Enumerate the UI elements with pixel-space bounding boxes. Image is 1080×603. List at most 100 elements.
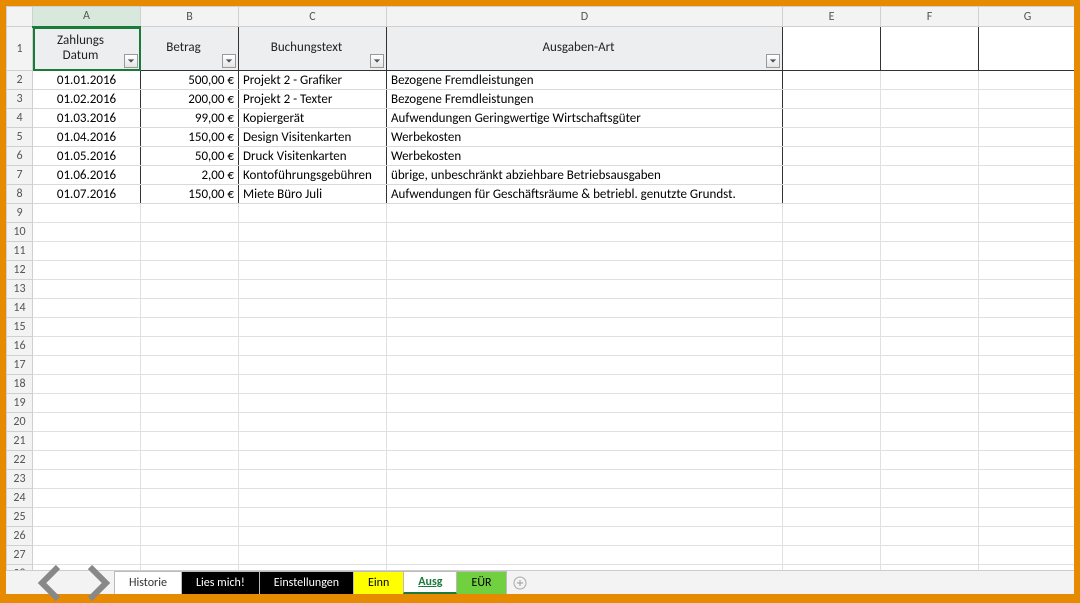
cell-B14[interactable] xyxy=(141,299,239,318)
cell-C11[interactable] xyxy=(239,242,387,261)
cell-A18[interactable] xyxy=(33,375,141,394)
cell-G18[interactable] xyxy=(979,375,1075,394)
cell-B26[interactable] xyxy=(141,527,239,546)
row-header-28[interactable]: 28 xyxy=(7,565,33,571)
cell-B15[interactable] xyxy=(141,318,239,337)
cell-F16[interactable] xyxy=(881,337,979,356)
cell-E21[interactable] xyxy=(783,432,881,451)
cell-F6[interactable] xyxy=(881,147,979,166)
cell-G10[interactable] xyxy=(979,223,1075,242)
cell-B11[interactable] xyxy=(141,242,239,261)
row-header-13[interactable]: 13 xyxy=(7,280,33,299)
row-header-4[interactable]: 4 xyxy=(7,109,33,128)
cell-D16[interactable] xyxy=(387,337,783,356)
cell-C26[interactable] xyxy=(239,527,387,546)
cell-D19[interactable] xyxy=(387,394,783,413)
row-header-11[interactable]: 11 xyxy=(7,242,33,261)
cell-F12[interactable] xyxy=(881,261,979,280)
cell-E16[interactable] xyxy=(783,337,881,356)
cell-A6[interactable]: 01.05.2016 xyxy=(33,147,141,166)
cell-B25[interactable] xyxy=(141,508,239,527)
grid-area[interactable]: ABCDEFG1ZahlungsDatumBetragBuchungstextA… xyxy=(6,6,1074,570)
cell-D17[interactable] xyxy=(387,356,783,375)
cell-E10[interactable] xyxy=(783,223,881,242)
cell-D9[interactable] xyxy=(387,204,783,223)
cell-A5[interactable]: 01.04.2016 xyxy=(33,128,141,147)
cell-A15[interactable] xyxy=(33,318,141,337)
cell-B3[interactable]: 200,00 € xyxy=(141,90,239,109)
cell-A8[interactable]: 01.07.2016 xyxy=(33,185,141,204)
column-header-A[interactable]: A xyxy=(33,7,141,27)
cell-F18[interactable] xyxy=(881,375,979,394)
cell-G19[interactable] xyxy=(979,394,1075,413)
cell-G22[interactable] xyxy=(979,451,1075,470)
cell-A27[interactable] xyxy=(33,546,141,565)
cell-A9[interactable] xyxy=(33,204,141,223)
cell-A23[interactable] xyxy=(33,470,141,489)
cell-B4[interactable]: 99,00 € xyxy=(141,109,239,128)
row-header-15[interactable]: 15 xyxy=(7,318,33,337)
cell-B24[interactable] xyxy=(141,489,239,508)
cell-E9[interactable] xyxy=(783,204,881,223)
row-header-27[interactable]: 27 xyxy=(7,546,33,565)
cell-A20[interactable] xyxy=(33,413,141,432)
cell-F26[interactable] xyxy=(881,527,979,546)
row-header-26[interactable]: 26 xyxy=(7,527,33,546)
row-header-25[interactable]: 25 xyxy=(7,508,33,527)
cell-A3[interactable]: 01.02.2016 xyxy=(33,90,141,109)
cell-F24[interactable] xyxy=(881,489,979,508)
cell-C12[interactable] xyxy=(239,261,387,280)
cell-C5[interactable]: Design Visitenkarten xyxy=(239,128,387,147)
cell-G24[interactable] xyxy=(979,489,1075,508)
cell-F1[interactable] xyxy=(881,27,979,71)
row-header-2[interactable]: 2 xyxy=(7,71,33,90)
cell-F23[interactable] xyxy=(881,470,979,489)
cell-F7[interactable] xyxy=(881,166,979,185)
row-header-10[interactable]: 10 xyxy=(7,223,33,242)
cell-D22[interactable] xyxy=(387,451,783,470)
column-header-G[interactable]: G xyxy=(979,7,1075,27)
sheet-tab-ausg[interactable]: Ausg xyxy=(403,571,457,594)
cell-D6[interactable]: Werbekosten xyxy=(387,147,783,166)
cell-F8[interactable] xyxy=(881,185,979,204)
cell-D21[interactable] xyxy=(387,432,783,451)
cell-C16[interactable] xyxy=(239,337,387,356)
cell-E2[interactable] xyxy=(783,71,881,90)
tab-nav-prev[interactable] xyxy=(34,571,74,594)
add-sheet-button[interactable] xyxy=(506,571,534,594)
cell-G7[interactable] xyxy=(979,166,1075,185)
row-header-5[interactable]: 5 xyxy=(7,128,33,147)
cell-G26[interactable] xyxy=(979,527,1075,546)
cell-G23[interactable] xyxy=(979,470,1075,489)
cell-A7[interactable]: 01.06.2016 xyxy=(33,166,141,185)
filter-dropdown-icon[interactable] xyxy=(766,54,780,68)
row-header-16[interactable]: 16 xyxy=(7,337,33,356)
cell-D10[interactable] xyxy=(387,223,783,242)
cell-C10[interactable] xyxy=(239,223,387,242)
cell-D11[interactable] xyxy=(387,242,783,261)
cell-G2[interactable] xyxy=(979,71,1075,90)
column-header-D[interactable]: D xyxy=(387,7,783,27)
cell-B7[interactable]: 2,00 € xyxy=(141,166,239,185)
cell-A4[interactable]: 01.03.2016 xyxy=(33,109,141,128)
cell-G13[interactable] xyxy=(979,280,1075,299)
cell-E27[interactable] xyxy=(783,546,881,565)
cell-B12[interactable] xyxy=(141,261,239,280)
cell-C25[interactable] xyxy=(239,508,387,527)
row-header-7[interactable]: 7 xyxy=(7,166,33,185)
cell-A17[interactable] xyxy=(33,356,141,375)
column-header-E[interactable]: E xyxy=(783,7,881,27)
cell-B27[interactable] xyxy=(141,546,239,565)
cell-F14[interactable] xyxy=(881,299,979,318)
cell-F17[interactable] xyxy=(881,356,979,375)
cell-B22[interactable] xyxy=(141,451,239,470)
row-header-22[interactable]: 22 xyxy=(7,451,33,470)
row-header-23[interactable]: 23 xyxy=(7,470,33,489)
cell-G28[interactable] xyxy=(979,565,1075,571)
cell-G27[interactable] xyxy=(979,546,1075,565)
cell-D5[interactable]: Werbekosten xyxy=(387,128,783,147)
cell-A19[interactable] xyxy=(33,394,141,413)
filter-dropdown-icon[interactable] xyxy=(370,54,384,68)
cell-D26[interactable] xyxy=(387,527,783,546)
cell-B18[interactable] xyxy=(141,375,239,394)
